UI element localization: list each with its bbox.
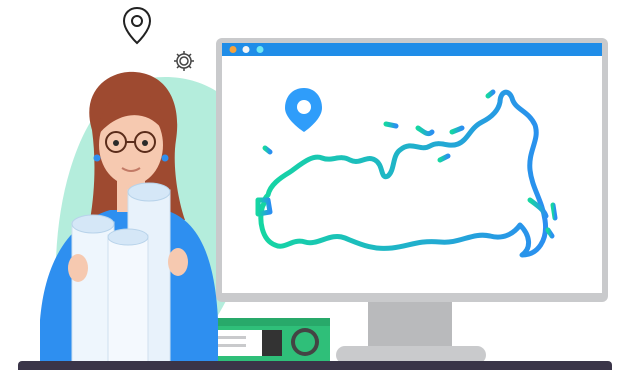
illustration-scene	[0, 0, 623, 370]
woman-with-rolled-maps	[40, 71, 218, 370]
desk-edge	[18, 361, 612, 370]
